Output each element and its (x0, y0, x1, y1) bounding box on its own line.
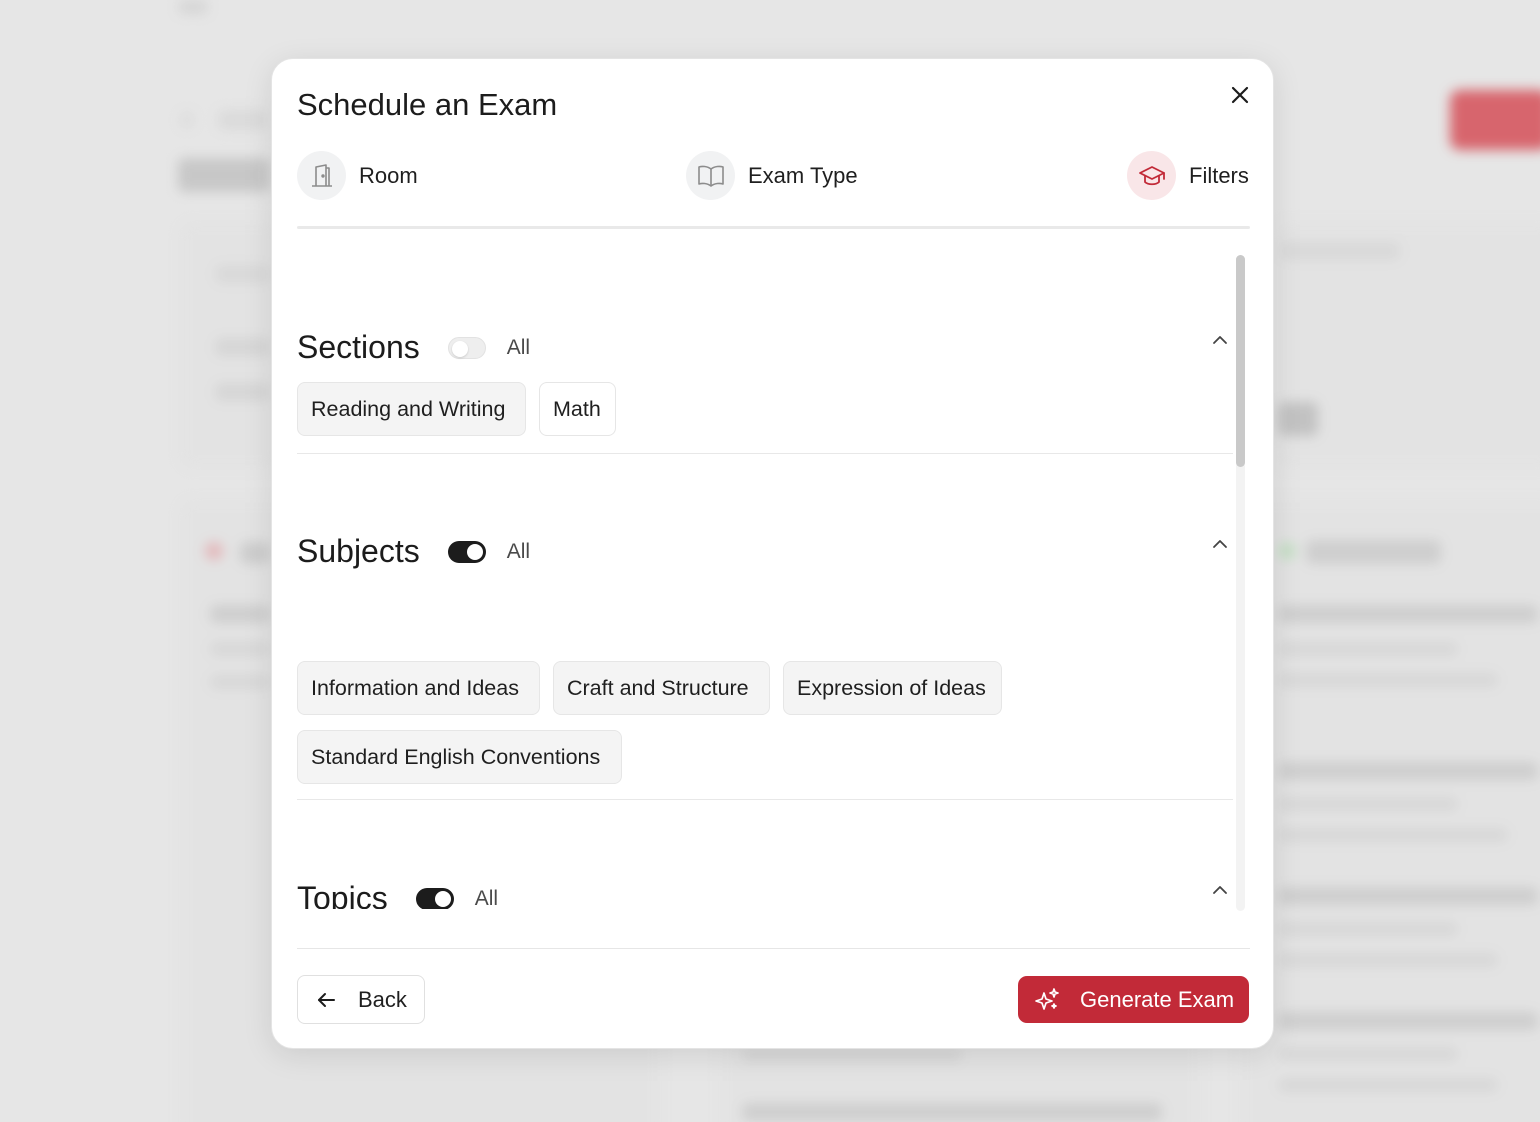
filters-scroll-area[interactable]: Sections All Reading and Writing Math Su… (297, 249, 1233, 909)
section-chip-reading-writing[interactable]: Reading and Writing (297, 382, 526, 436)
close-button[interactable] (1224, 79, 1256, 111)
back-button[interactable]: Back (297, 975, 425, 1024)
step-exam-type-label: Exam Type (748, 162, 858, 188)
subjects-title: Subjects (297, 533, 420, 569)
scrollbar[interactable] (1236, 255, 1245, 911)
section-chip-math[interactable]: Math (539, 382, 616, 436)
sections-all-toggle[interactable] (447, 336, 486, 359)
door-icon (297, 151, 346, 200)
topics-all-toggle[interactable] (415, 887, 454, 909)
sparkles-icon (1035, 987, 1059, 1010)
step-filters-label: Filters (1189, 162, 1249, 188)
subject-chip-expression-ideas[interactable]: Expression of Ideas (783, 661, 1002, 715)
topics-header: Topics All (297, 880, 498, 909)
scrollbar-thumb[interactable] (1236, 255, 1245, 467)
graduation-cap-icon (1127, 151, 1176, 200)
subject-chip-information-ideas[interactable]: Information and Ideas (297, 661, 540, 715)
step-exam-type[interactable]: Exam Type (686, 151, 858, 200)
sections-all-label: All (506, 335, 531, 359)
topics-title: Topics (297, 880, 388, 909)
step-room[interactable]: Room (297, 151, 418, 200)
step-room-label: Room (359, 162, 418, 188)
stepper: Room Exam Type Filters (297, 151, 1252, 203)
subject-chip-standard-english[interactable]: Standard English Conventions (297, 730, 622, 784)
subjects-divider (297, 799, 1233, 800)
sections-title: Sections (297, 329, 420, 365)
book-icon (686, 151, 735, 200)
sections-header: Sections All (297, 329, 530, 366)
step-filters[interactable]: Filters (1127, 151, 1249, 200)
generate-exam-button[interactable]: Generate Exam (1018, 976, 1249, 1023)
schedule-exam-modal: Schedule an Exam Room Exam Type Filters … (271, 58, 1274, 1049)
modal-title: Schedule an Exam (297, 87, 558, 122)
subjects-header: Subjects All (297, 533, 530, 570)
subjects-all-toggle[interactable] (447, 540, 486, 563)
sections-chevron-up-icon[interactable] (1211, 331, 1229, 349)
generate-exam-label: Generate Exam (1080, 986, 1235, 1012)
back-label: Back (358, 986, 407, 1012)
subjects-chevron-up-icon[interactable] (1211, 535, 1229, 553)
sections-divider (297, 453, 1233, 454)
subjects-all-label: All (506, 539, 531, 563)
close-icon (1231, 86, 1249, 104)
topics-all-label: All (474, 886, 499, 910)
footer-divider (297, 948, 1250, 949)
arrow-left-icon (318, 992, 335, 1007)
topics-chevron-up-icon[interactable] (1211, 881, 1229, 899)
stepper-divider (297, 226, 1250, 229)
subject-chip-craft-structure[interactable]: Craft and Structure (553, 661, 770, 715)
